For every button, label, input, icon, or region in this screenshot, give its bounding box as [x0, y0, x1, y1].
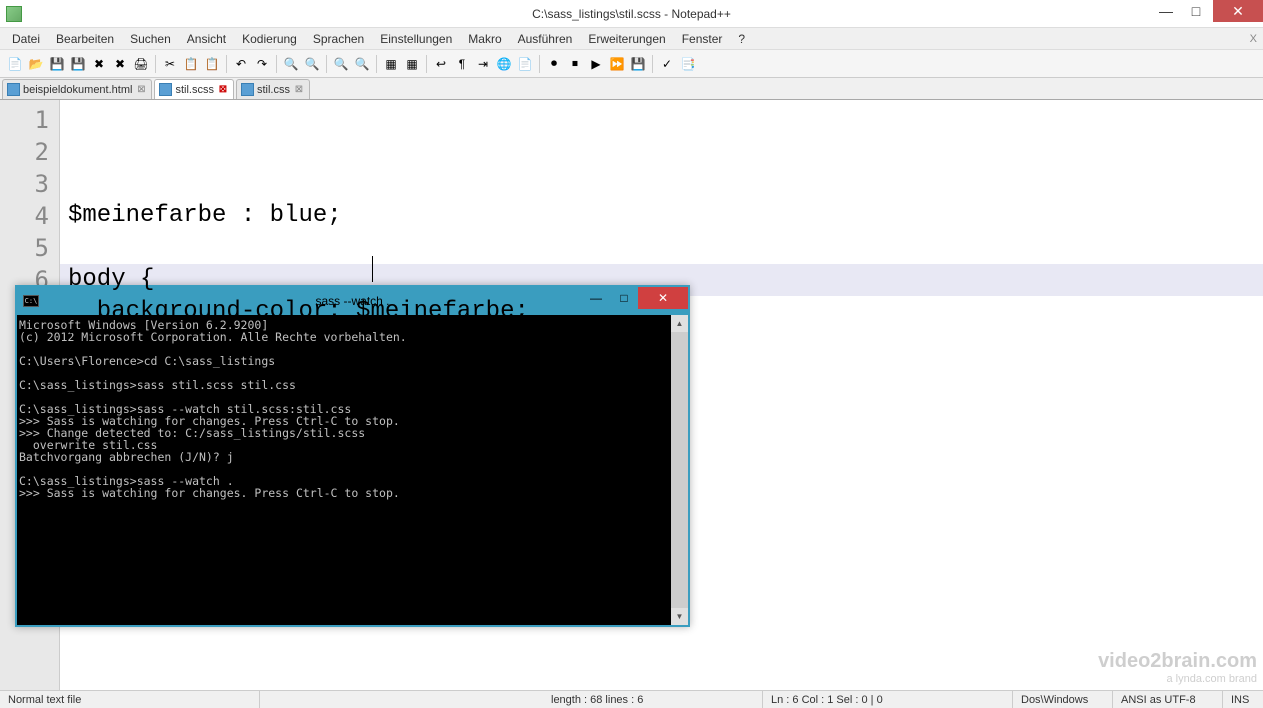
document-close-menu[interactable]: X	[1250, 33, 1257, 45]
tab-label: beispieldokument.html	[23, 84, 132, 96]
toolbar-separator	[539, 55, 540, 73]
play-icon[interactable]: ▶	[587, 55, 605, 73]
undo-icon[interactable]: ↶	[232, 55, 250, 73]
line-number: 3	[0, 168, 49, 200]
line-number: 5	[0, 232, 49, 264]
cmd-icon: C:\	[23, 295, 39, 307]
stop-icon[interactable]: ⏹	[566, 55, 584, 73]
close-file-icon[interactable]: ✖	[90, 55, 108, 73]
close-button[interactable]: ✕	[1213, 0, 1263, 22]
window-controls: — □ ✕	[1151, 0, 1263, 22]
scroll-down-icon[interactable]: ▼	[671, 608, 688, 625]
save-all-icon[interactable]: 💾	[69, 55, 87, 73]
tab-close-icon[interactable]: ⊠	[217, 84, 229, 96]
tab-label: stil.scss	[175, 84, 214, 96]
close-all-icon[interactable]: ✖	[111, 55, 129, 73]
menu-fenster[interactable]: Fenster	[674, 30, 731, 48]
status-encoding: ANSI as UTF-8	[1113, 691, 1223, 708]
toolbar-separator	[276, 55, 277, 73]
file-icon	[159, 83, 172, 96]
file-icon	[7, 83, 20, 96]
menu-bearbeiten[interactable]: Bearbeiten	[48, 30, 122, 48]
console-output[interactable]: Microsoft Windows [Version 6.2.9200] (c)…	[17, 315, 671, 625]
wrap-icon[interactable]: ↩	[432, 55, 450, 73]
menu-kodierung[interactable]: Kodierung	[234, 30, 305, 48]
tab-close-icon[interactable]: ⊠	[293, 84, 305, 96]
menu-erweiterungen[interactable]: Erweiterungen	[580, 30, 673, 48]
toolbar-separator	[652, 55, 653, 73]
menu-suchen[interactable]: Suchen	[122, 30, 179, 48]
tab-stil-scss[interactable]: stil.scss ⊠	[154, 79, 234, 99]
app-icon	[6, 6, 22, 22]
menu-datei[interactable]: Datei	[4, 30, 48, 48]
menubar: Datei Bearbeiten Suchen Ansicht Kodierun…	[0, 28, 1263, 50]
lang-icon[interactable]: 🌐	[495, 55, 513, 73]
indent-icon[interactable]: ⇥	[474, 55, 492, 73]
redo-icon[interactable]: ↷	[253, 55, 271, 73]
tab-stil-css[interactable]: stil.css ⊠	[236, 79, 310, 99]
open-file-icon[interactable]: 📂	[27, 55, 45, 73]
line-number: 4	[0, 200, 49, 232]
maximize-button[interactable]: □	[1181, 0, 1211, 22]
line-number: 2	[0, 136, 49, 168]
file-icon	[241, 83, 254, 96]
toolbar: 📄 📂 💾 💾 ✖ ✖ 🖨 ✂ 📋 📋 ↶ ↷ 🔍 🔍 🔍 🔍 ▦ ▦ ↩ ¶ …	[0, 50, 1263, 78]
zoom-out-icon[interactable]: 🔍	[353, 55, 371, 73]
cut-icon[interactable]: ✂	[161, 55, 179, 73]
find-icon[interactable]: 🔍	[282, 55, 300, 73]
code-text: $meinefarbe : blue; body { background-co…	[68, 200, 1255, 360]
menu-ansicht[interactable]: Ansicht	[179, 30, 234, 48]
status-length: length : 68 lines : 6	[543, 691, 763, 708]
menu-help[interactable]: ?	[730, 30, 753, 48]
play-multi-icon[interactable]: ⏩	[608, 55, 626, 73]
window-titlebar: C:\sass_listings\stil.scss - Notepad++ —…	[0, 0, 1263, 28]
menu-makro[interactable]: Makro	[460, 30, 509, 48]
minimize-button[interactable]: —	[1151, 0, 1181, 22]
console-scrollbar[interactable]: ▲ ▼	[671, 315, 688, 625]
tab-close-icon[interactable]: ⊠	[135, 84, 147, 96]
save-macro-icon[interactable]: 💾	[629, 55, 647, 73]
status-insert-mode: INS	[1223, 691, 1263, 708]
save-icon[interactable]: 💾	[48, 55, 66, 73]
spellcheck-icon[interactable]: ✓	[658, 55, 676, 73]
menu-ausfuehren[interactable]: Ausführen	[510, 30, 581, 48]
toolbar-separator	[155, 55, 156, 73]
record-icon[interactable]: ⏺	[545, 55, 563, 73]
show-chars-icon[interactable]: ¶	[453, 55, 471, 73]
tab-beispieldokument[interactable]: beispieldokument.html ⊠	[2, 79, 152, 99]
sync-v-icon[interactable]: ▦	[382, 55, 400, 73]
toolbar-separator	[426, 55, 427, 73]
menu-sprachen[interactable]: Sprachen	[305, 30, 372, 48]
menu-einstellungen[interactable]: Einstellungen	[372, 30, 460, 48]
toolbar-separator	[226, 55, 227, 73]
sync-h-icon[interactable]: ▦	[403, 55, 421, 73]
status-language: Normal text file	[0, 691, 260, 708]
scroll-thumb[interactable]	[671, 332, 688, 608]
tab-label: stil.css	[257, 84, 290, 96]
toolbar-separator	[326, 55, 327, 73]
new-file-icon[interactable]: 📄	[6, 55, 24, 73]
toolbar-separator	[376, 55, 377, 73]
console-body: Microsoft Windows [Version 6.2.9200] (c)…	[17, 315, 688, 625]
doc-switcher-icon[interactable]: 📑	[679, 55, 697, 73]
statusbar: Normal text file length : 68 lines : 6 L…	[0, 690, 1263, 708]
zoom-in-icon[interactable]: 🔍	[332, 55, 350, 73]
print-icon[interactable]: 🖨	[132, 55, 150, 73]
tabbar: beispieldokument.html ⊠ stil.scss ⊠ stil…	[0, 78, 1263, 100]
doc-icon[interactable]: 📄	[516, 55, 534, 73]
replace-icon[interactable]: 🔍	[303, 55, 321, 73]
status-eol: Dos\Windows	[1013, 691, 1113, 708]
line-number: 1	[0, 104, 49, 136]
window-title: C:\sass_listings\stil.scss - Notepad++	[532, 7, 731, 21]
paste-icon[interactable]: 📋	[203, 55, 221, 73]
copy-icon[interactable]: 📋	[182, 55, 200, 73]
status-position: Ln : 6 Col : 1 Sel : 0 | 0	[763, 691, 1013, 708]
